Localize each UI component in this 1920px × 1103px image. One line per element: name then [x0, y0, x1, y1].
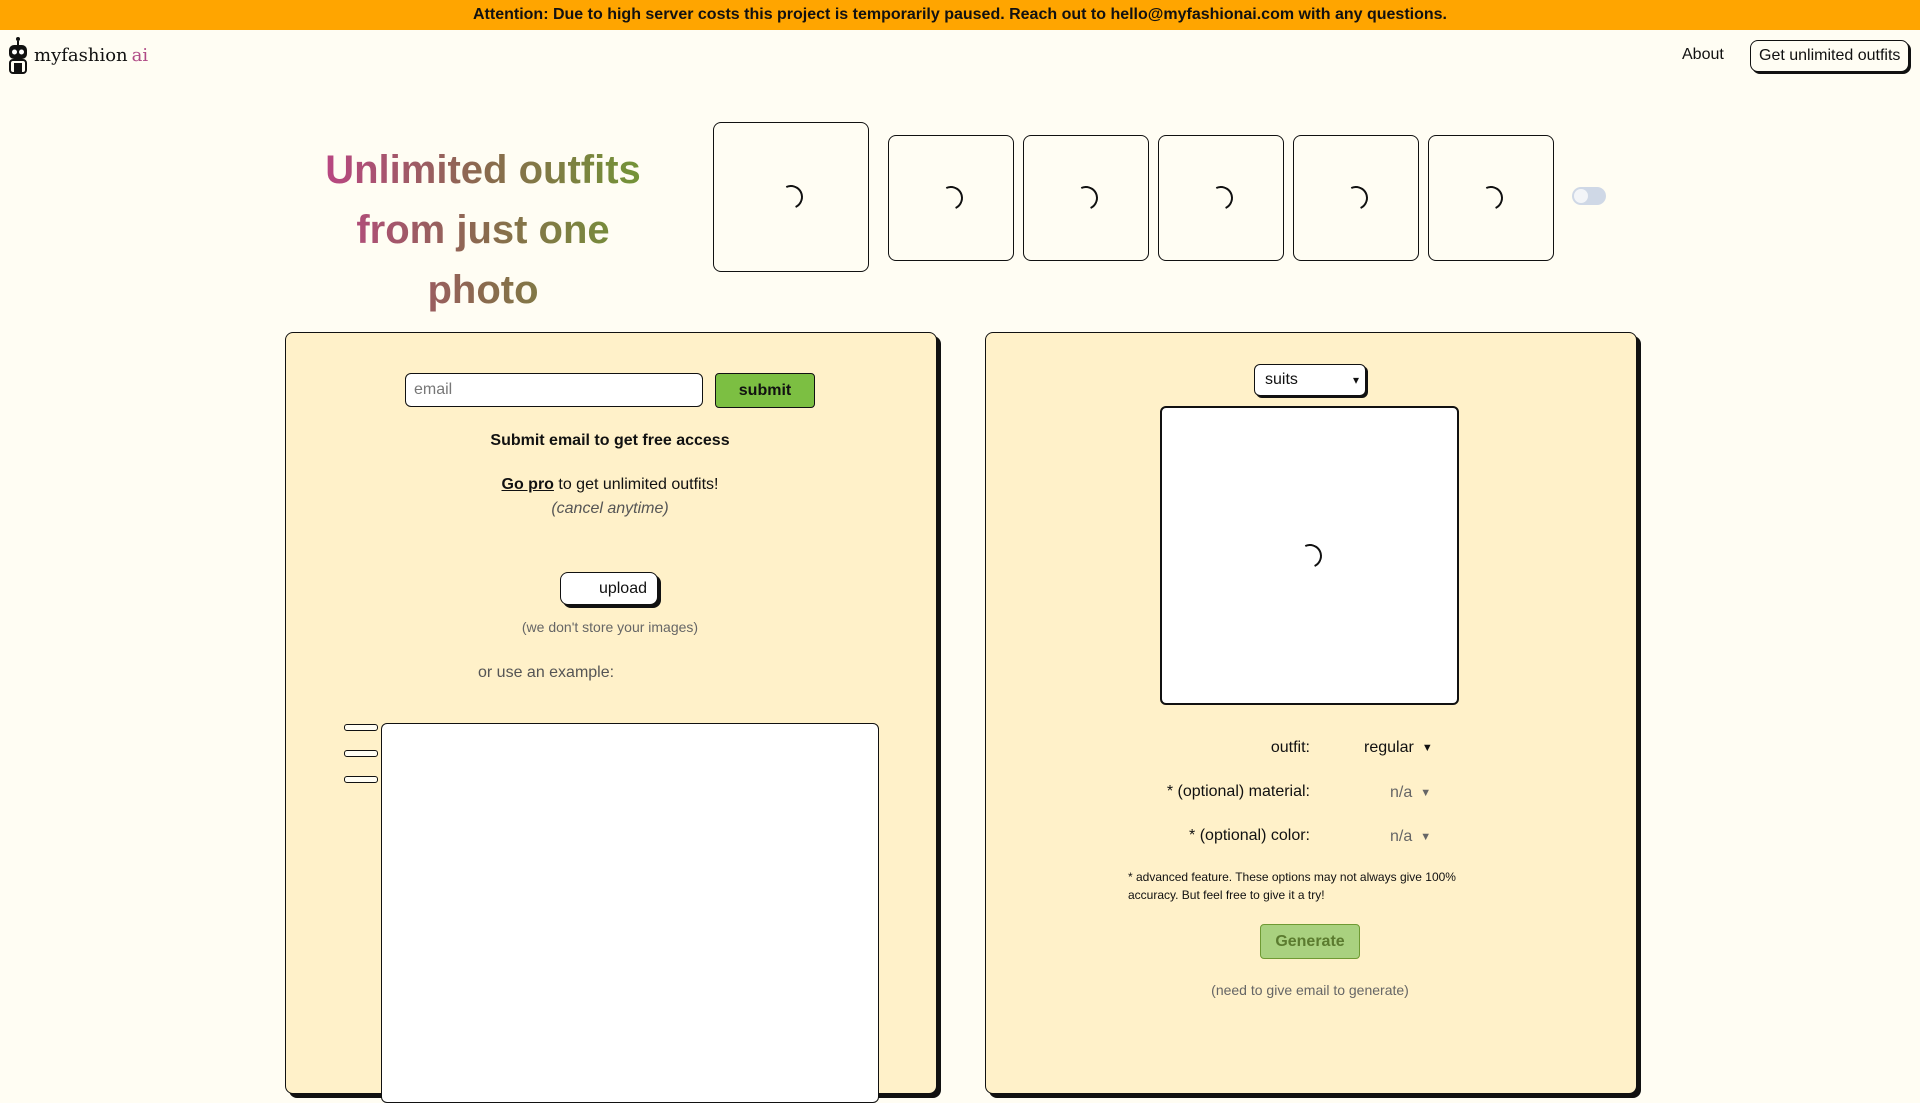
hero-line-2: from just one photo [300, 200, 666, 320]
loading-spinner-icon [935, 182, 967, 214]
email-placeholder: email [414, 381, 453, 398]
hero-line-1: Unlimited outfits [300, 140, 666, 200]
loading-spinner-icon [1070, 182, 1102, 214]
outfit-thumbnail[interactable] [1428, 135, 1554, 261]
upload-note: (we don't store your images) [521, 619, 699, 635]
outfit-thumbnail[interactable] [1158, 135, 1284, 261]
upload-button[interactable]: upload [560, 572, 658, 605]
loading-spinner-icon [775, 181, 807, 213]
email-prompt: Submit email to get free access [490, 432, 730, 449]
material-value: n/a [1390, 784, 1413, 801]
chevron-down-icon: ▼ [1420, 787, 1432, 799]
cancel-note: (cancel anytime) [551, 500, 669, 517]
go-pro-link[interactable]: Go pro [502, 476, 554, 493]
category-selected: suits [1265, 371, 1298, 388]
banner-text: Attention: Due to high server costs this… [473, 6, 1447, 23]
robot-logo-icon [9, 37, 27, 74]
loading-spinner-icon [1340, 182, 1372, 214]
example-image[interactable] [381, 723, 879, 1103]
color-label: * (optional) color: [1189, 827, 1310, 844]
about-link[interactable]: About [1682, 46, 1724, 64]
color-value: n/a [1390, 828, 1413, 845]
chevron-down-icon: ▼ [1421, 742, 1433, 754]
outfit-label: outfit: [1270, 739, 1310, 756]
outfit-thumbnail[interactable] [888, 135, 1014, 261]
go-pro-text: to get unlimited outfits! [558, 476, 719, 493]
outfit-thumbnail[interactable] [1023, 135, 1149, 261]
logo[interactable]: myfashion ai [6, 36, 148, 74]
loading-spinner-icon [1205, 182, 1237, 214]
go-pro-line: Go pro to get unlimited outfits! [285, 476, 935, 494]
logo-ai-suffix: ai [131, 44, 149, 66]
announcement-banner: Attention: Due to high server costs this… [0, 0, 1920, 30]
display-toggle[interactable] [1572, 187, 1606, 205]
category-select[interactable]: suits ▾ [1254, 364, 1366, 396]
outfit-select[interactable]: regular ▼ [1364, 739, 1433, 757]
chevron-down-icon: ▼ [1420, 831, 1432, 843]
chevron-down-icon: ▾ [1352, 373, 1359, 387]
example-option[interactable] [344, 724, 378, 731]
hero-heading: Unlimited outfits from just one photo [300, 140, 666, 320]
color-select[interactable]: n/a ▼ [1390, 828, 1431, 846]
outfit-thumbnail[interactable] [1293, 135, 1419, 261]
logo-wordmark: myfashion [34, 44, 128, 66]
example-option[interactable] [344, 750, 378, 757]
example-label: or use an example: [478, 664, 615, 681]
submit-button[interactable]: submit [715, 373, 815, 408]
email-input[interactable]: email [405, 373, 703, 407]
advanced-feature-note: * advanced feature. These options may no… [1128, 870, 1456, 902]
example-option[interactable] [344, 776, 378, 783]
loading-spinner-icon [1475, 182, 1507, 214]
get-unlimited-outfits-button[interactable]: Get unlimited outfits [1750, 40, 1910, 72]
generated-outfit-preview [1160, 406, 1459, 705]
material-label: * (optional) material: [1166, 783, 1310, 800]
material-select[interactable]: n/a ▼ [1390, 784, 1431, 802]
main-photo-thumbnail[interactable] [713, 122, 869, 272]
loading-spinner-icon [1294, 540, 1325, 571]
generate-button[interactable]: Generate [1260, 924, 1360, 959]
outfit-value: regular [1364, 739, 1414, 756]
generate-note: (need to give email to generate) [1211, 982, 1409, 998]
